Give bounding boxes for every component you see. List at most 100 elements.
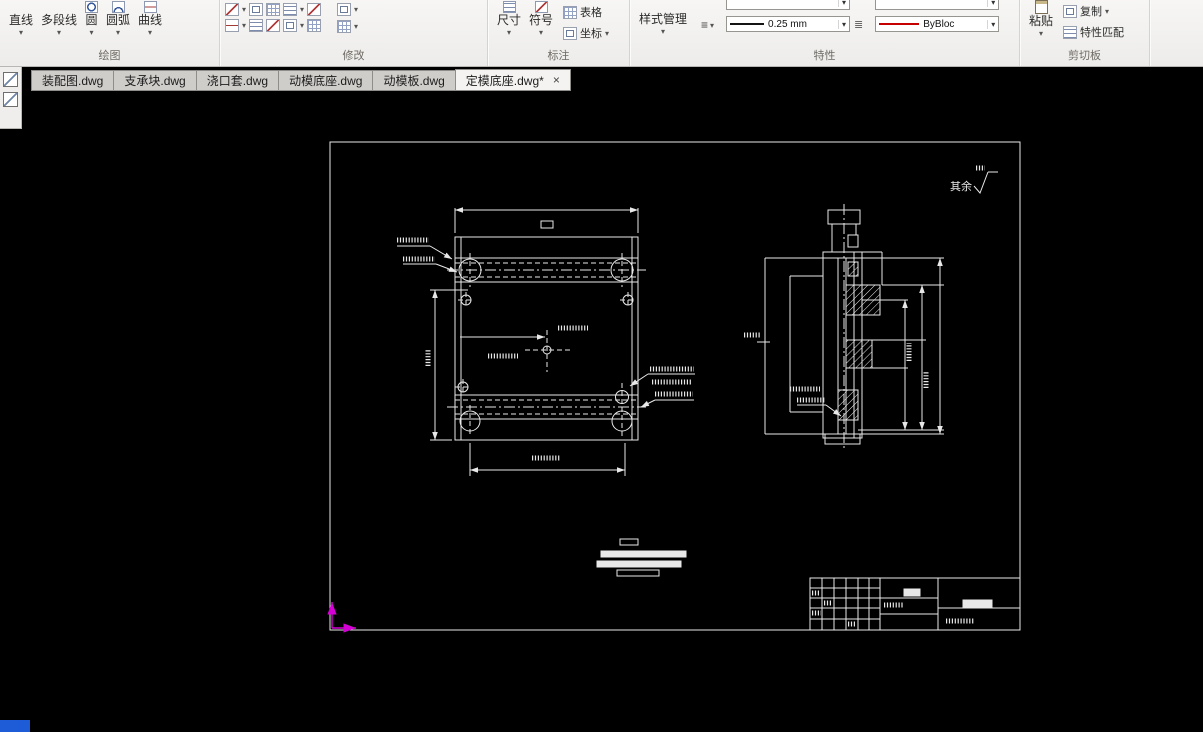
detail-geometry[interactable] (596, 538, 687, 577)
coordinate-tool-button[interactable]: 坐标 ▾ (563, 25, 609, 41)
trim-icon[interactable] (266, 19, 281, 32)
chevron-down-icon[interactable]: ▾ (838, 0, 846, 7)
match-properties-icon (1063, 25, 1078, 39)
coordinate-icon (563, 26, 578, 40)
ribbon-panel-clipboard: 粘贴 ▾ 复制 ▾ 特性匹配 剪切板 (1020, 0, 1150, 66)
match-properties-label: 特性匹配 (1080, 27, 1125, 39)
arc-tool-label: 圆弧 (106, 13, 131, 27)
chevron-down-icon[interactable]: ▾ (605, 29, 609, 38)
copy-button[interactable]: 复制 ▾ (1063, 3, 1124, 19)
array-icon[interactable] (266, 3, 281, 16)
roughness-text: 其余 (950, 179, 972, 193)
chevron-down-icon[interactable]: ▾ (300, 5, 304, 14)
chevron-down-icon[interactable]: ▾ (354, 5, 358, 14)
arc-icon (111, 1, 125, 13)
modify-row-2: ▾ ▾ (225, 19, 322, 32)
chevron-down-icon[interactable]: ▾ (987, 0, 995, 7)
rotate-icon[interactable] (307, 3, 322, 16)
chevron-down-icon[interactable]: ▾ (148, 28, 152, 37)
section-view-geometry[interactable] (744, 204, 944, 448)
paste-label: 粘贴 (1029, 14, 1054, 28)
chevron-down-icon[interactable]: ▾ (1039, 29, 1043, 38)
chevron-down-icon[interactable]: ▾ (19, 28, 23, 37)
table-tool-button[interactable]: 表格 (563, 4, 609, 20)
dimension-label: 尺寸 (497, 13, 522, 27)
file-tab-5[interactable]: 动模板.dwg (372, 70, 456, 91)
offset-icon[interactable] (249, 19, 264, 32)
file-tab-4[interactable]: 动模底座.dwg (278, 70, 374, 91)
file-tab-6-active[interactable]: 定模底座.dwg* × (454, 69, 571, 91)
arc-tool-button[interactable]: 圆弧 ▾ (102, 0, 134, 37)
layout-icon[interactable] (3, 92, 18, 107)
color-sample (879, 23, 920, 25)
layer-select[interactable]: ▾ (726, 0, 851, 10)
erase-icon[interactable] (225, 19, 239, 32)
copy-icon[interactable] (249, 3, 264, 16)
modify-extra-2[interactable]: ▾ (337, 20, 358, 33)
paste-button[interactable]: 粘贴 ▾ (1025, 0, 1057, 38)
chevron-down-icon[interactable]: ▾ (539, 28, 543, 37)
sheet-icon[interactable] (3, 72, 18, 87)
chevron-down-icon[interactable]: ▾ (1105, 7, 1109, 16)
draw-panel-body: 直线 ▾ 多段线 ▾ 圆 ▾ 圆弧 ▾ 曲线 ▾ (0, 0, 219, 49)
annotate-panel-body: 尺寸 ▾ 符号 ▾ 表格 坐标 ▾ (488, 0, 629, 49)
properties-panel-body: 样式管理 ▾ ≡ ▾ ▾ 0.25 mm ▾ ≣ ▾ ByBloc ▾ (630, 0, 1019, 49)
symbol-tool-button[interactable]: 符号 ▾ (525, 0, 557, 37)
circle-icon (85, 1, 99, 13)
linetype-menu-button[interactable]: ≡ ▾ (701, 18, 714, 32)
chevron-down-icon[interactable]: ▾ (507, 28, 511, 37)
plan-view-geometry[interactable] (397, 207, 695, 476)
copy-label: 复制 (1080, 6, 1103, 18)
modify-panel-label: 修改 (342, 50, 365, 62)
lineweight-select[interactable]: 0.25 mm ▾ (726, 16, 851, 32)
lineweight-list-icon[interactable]: ≣ (854, 18, 863, 31)
ribbon: 直线 ▾ 多段线 ▾ 圆 ▾ 圆弧 ▾ 曲线 ▾ 绘图 ▾ ▾ ▾ ▾ ▾ ▾ … (0, 0, 1203, 67)
chevron-down-icon[interactable]: ▾ (354, 22, 358, 31)
clipboard-panel-label: 剪切板 (1068, 50, 1101, 62)
ribbon-panel-annotate: 尺寸 ▾ 符号 ▾ 表格 坐标 ▾ 标注 (488, 0, 630, 66)
tab-label: 动模底座.dwg (289, 74, 363, 88)
title-block[interactable] (809, 577, 1021, 631)
ucs-icon (327, 602, 356, 633)
model-space-canvas[interactable]: 其余 (0, 91, 1203, 732)
scale-icon[interactable] (283, 19, 298, 32)
chevron-down-icon[interactable]: ▾ (90, 28, 94, 37)
properties-panel-label: 特性 (813, 50, 836, 62)
polyline-tool-button[interactable]: 多段线 ▾ (37, 0, 81, 37)
mirror-icon[interactable] (283, 3, 298, 16)
file-tab-3[interactable]: 浇口套.dwg (195, 70, 280, 91)
spline-icon (143, 1, 157, 13)
color-select[interactable]: ByBloc ▾ (875, 16, 1000, 32)
circle-tool-button[interactable]: 圆 ▾ (81, 0, 102, 37)
spline-tool-button[interactable]: 曲线 ▾ (134, 0, 166, 37)
coordinate-label: 坐标 (580, 28, 603, 40)
linetype-select[interactable]: ▾ (875, 0, 1000, 10)
line-tool-button[interactable]: 直线 ▾ (5, 0, 37, 37)
move-icon[interactable] (225, 3, 239, 16)
drawing-svg[interactable]: 其余 (0, 91, 1203, 732)
chevron-down-icon[interactable]: ▾ (57, 28, 61, 37)
modify-panel-body: ▾ ▾ ▾ ▾ ▾ ▾ (220, 0, 487, 49)
circle-tool-label: 圆 (85, 13, 98, 27)
file-tab-2[interactable]: 支承块.dwg (113, 70, 197, 91)
status-bar-corner (0, 720, 30, 732)
ribbon-filler (1150, 0, 1203, 66)
symbol-label: 符号 (529, 13, 554, 27)
menu-icon: ≡ (701, 18, 709, 32)
chevron-down-icon[interactable]: ▾ (987, 19, 995, 29)
break-icon (337, 3, 352, 16)
modify-extra-1[interactable]: ▾ (337, 3, 358, 16)
chevron-down-icon[interactable]: ▾ (838, 19, 846, 29)
match-properties-button[interactable]: 特性匹配 (1063, 24, 1124, 40)
table-icon (563, 5, 578, 19)
close-icon[interactable]: × (553, 74, 560, 86)
fillet-icon[interactable] (307, 19, 322, 32)
dimension-tool-button[interactable]: 尺寸 ▾ (493, 0, 525, 37)
chevron-down-icon[interactable]: ▾ (661, 27, 665, 36)
chevron-down-icon[interactable]: ▾ (242, 5, 246, 14)
chevron-down-icon[interactable]: ▾ (116, 28, 120, 37)
chevron-down-icon[interactable]: ▾ (242, 21, 246, 30)
file-tab-1[interactable]: 装配图.dwg (31, 70, 115, 91)
style-manager-button[interactable]: 样式管理 ▾ (635, 12, 691, 36)
chevron-down-icon[interactable]: ▾ (300, 21, 304, 30)
